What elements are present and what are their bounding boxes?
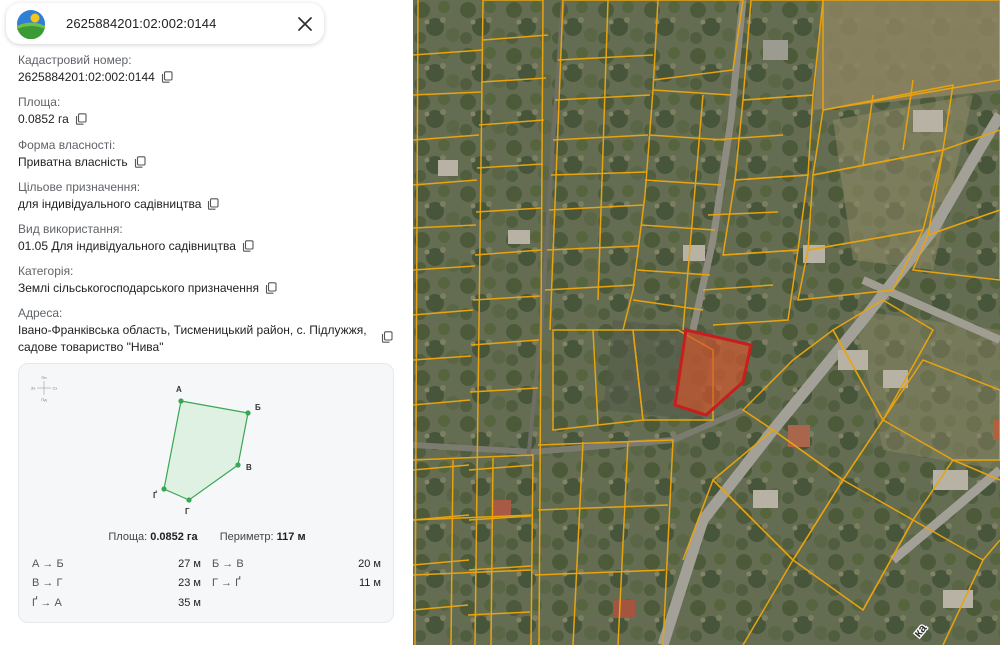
vertex-label-v: В <box>246 463 252 472</box>
field-purpose: Цільове призначення: для індивідуального… <box>18 180 219 212</box>
perimeter-label: Периметр: <box>219 531 274 543</box>
perimeter-value: 117 м <box>276 531 306 543</box>
vertex-label-g: Г <box>185 507 190 516</box>
vertex-label-b: Б <box>255 403 261 412</box>
plot-polygon <box>163 400 249 501</box>
vertex-g <box>186 497 192 503</box>
edge-length: 11 м <box>358 577 381 589</box>
search-bar[interactable]: 2625884201:02:002:0144 <box>6 3 324 44</box>
field-cadastral-number: Кадастровий номер: 2625884201:02:002:014… <box>18 53 173 85</box>
edge-name: В → Г <box>32 577 63 589</box>
vertex-gg <box>161 486 167 492</box>
plot-summary: Площа: 0.0852 га Периметр: 117 м <box>19 531 395 543</box>
address-line-2: садове товариство "Нива" <box>18 340 164 354</box>
plot-shape: А Б В Г Ґ <box>153 385 261 516</box>
copy-icon[interactable] <box>381 331 393 343</box>
plot-shape-card: Пн Пд Зх Сх А Б В Г Ґ Площа: 0.0852 га П… <box>18 363 394 623</box>
map-canvas[interactable]: ка <box>413 0 1000 645</box>
app-logo-icon <box>17 10 45 39</box>
field-value: 0.0852 га <box>18 111 87 127</box>
field-value: 2625884201:02:002:0144 <box>18 69 173 85</box>
purpose-value: для індивідуального садівництва <box>18 197 202 211</box>
edge-name: Г → Ґ <box>212 577 241 589</box>
info-panel: 2625884201:02:002:0144 Кадастровий номер… <box>0 0 413 645</box>
copy-icon[interactable] <box>161 71 173 83</box>
area-summary-value: 0.0852 га <box>150 531 198 543</box>
field-label: Вид використання: <box>18 222 123 236</box>
vertex-v <box>235 462 241 468</box>
field-label: Адреса: <box>18 306 63 320</box>
close-icon[interactable] <box>294 13 316 35</box>
area-value: 0.0852 га <box>18 112 69 126</box>
copy-icon[interactable] <box>134 156 146 168</box>
edge-name: А → Б <box>32 558 64 570</box>
category-value: Землі сільськогосподарського призначення <box>18 281 259 295</box>
vertex-b <box>245 410 251 416</box>
satellite-map[interactable]: ка <box>413 0 1000 645</box>
usage-type-value: 01.05 Для індивідуального садівництва <box>18 239 236 253</box>
copy-icon[interactable] <box>207 198 219 210</box>
field-area: Площа: 0.0852 га <box>18 95 87 127</box>
field-value: для індивідуального садівництва <box>18 196 219 212</box>
field-usage-type: Вид використання: 01.05 Для індивідуальн… <box>18 222 254 254</box>
field-label: Кадастровий номер: <box>18 53 132 67</box>
field-value: Землі сільськогосподарського призначення <box>18 280 277 296</box>
edge-length: 27 м <box>178 558 201 570</box>
copy-icon[interactable] <box>265 282 277 294</box>
field-label: Цільове призначення: <box>18 180 141 194</box>
area-summary-label: Площа: <box>108 531 148 543</box>
field-label: Площа: <box>18 95 61 109</box>
copy-icon[interactable] <box>75 113 87 125</box>
edge-length: 23 м <box>178 577 201 589</box>
field-label: Форма власності: <box>18 138 116 152</box>
edge-length: 35 м <box>178 597 201 609</box>
address-line-1: Івано-Франківська область, Тисменицький … <box>18 323 367 337</box>
ownership-value: Приватна власність <box>18 155 128 169</box>
edge-name: Б → В <box>212 558 244 570</box>
field-category: Категорія: Землі сільськогосподарського … <box>18 264 277 296</box>
edge-name: Ґ → А <box>32 597 62 609</box>
field-value: 01.05 Для індивідуального садівництва <box>18 238 254 254</box>
copy-icon[interactable] <box>242 240 254 252</box>
vertex-a <box>178 398 184 404</box>
cadastral-number-value: 2625884201:02:002:0144 <box>18 70 155 84</box>
search-input[interactable]: 2625884201:02:002:0144 <box>66 16 216 31</box>
edge-length: 20 м <box>358 558 381 570</box>
field-label: Категорія: <box>18 264 74 278</box>
field-value: Приватна власність <box>18 154 146 170</box>
vertex-label-a: А <box>176 385 182 394</box>
field-ownership: Форма власності: Приватна власність <box>18 138 146 170</box>
vertex-label-gg: Ґ <box>153 491 157 500</box>
field-address: Адреса: Івано-Франківська область, Тисме… <box>18 306 367 356</box>
